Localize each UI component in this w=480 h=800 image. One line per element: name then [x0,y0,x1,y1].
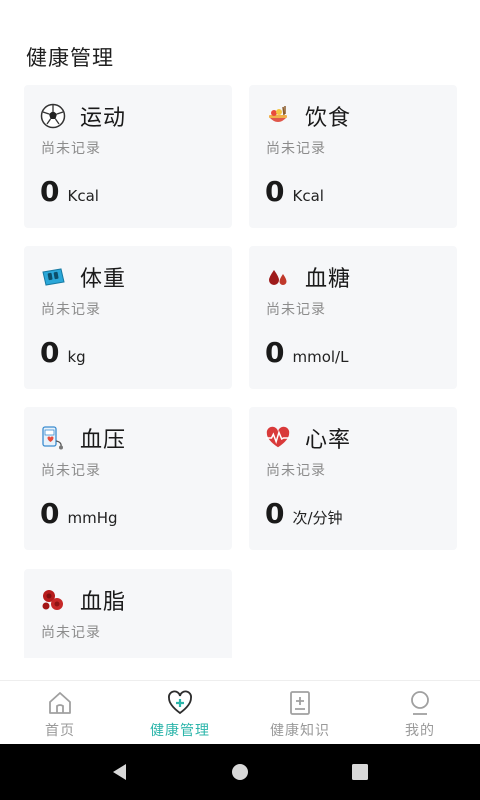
card-unit: 次/分钟 [292,509,343,527]
heart-plus-icon [166,689,194,717]
card-title: 饮食 [305,106,352,131]
card-status: 尚未记录 [266,463,326,479]
card-value: 0 [40,336,60,369]
food-icon [265,103,291,129]
tab-label: 健康管理 [150,723,210,739]
card-title: 运动 [80,106,127,131]
card-value: 0 [265,175,285,208]
card-value: 0 [265,336,285,369]
card-title: 心率 [305,428,352,453]
card-unit: mmHg [67,509,118,527]
card-status: 尚未记录 [41,141,101,157]
home-icon [46,689,74,717]
card-status: 尚未记录 [41,625,101,641]
card-exercise[interactable]: 运动 尚未记录 0 Kcal [24,85,232,228]
page-title: 健康管理 [26,46,114,70]
blood-pressure-icon [40,425,66,451]
card-title: 血糖 [305,267,352,292]
profile-icon [406,689,434,717]
blood-cells-icon [40,587,66,613]
card-title: 体重 [80,267,127,292]
card-value: 0 [265,497,285,530]
card-unit: kg [67,348,86,366]
card-status: 尚未记录 [41,463,101,479]
tab-health-knowledge[interactable]: 健康知识 [240,681,360,744]
card-heart-rate[interactable]: 心率 尚未记录 0 次/分钟 [249,407,457,550]
tab-profile[interactable]: 我的 [360,681,480,744]
back-icon[interactable] [100,752,140,792]
recents-icon[interactable] [340,752,380,792]
card-value: 0 [40,175,60,208]
card-blood-pressure[interactable]: 血压 尚未记录 0 mmHg [24,407,232,550]
card-weight[interactable]: 体重 尚未记录 0 kg [24,246,232,389]
card-diet[interactable]: 饮食 尚未记录 0 Kcal [249,85,457,228]
card-unit: mmol/L [292,348,349,366]
system-navigation-bar [0,744,480,800]
tab-home[interactable]: 首页 [0,681,120,744]
home-circle-icon[interactable] [220,752,260,792]
card-status: 尚未记录 [266,302,326,318]
tab-health-management[interactable]: 健康管理 [120,681,240,744]
blood-drop-icon [265,264,291,290]
card-value: 0 [40,497,60,530]
card-status: 尚未记录 [41,302,101,318]
card-blood-lipid[interactable]: 血脂 尚未记录 [24,569,232,658]
bottom-tab-bar: 首页 健康管理 健康知识 我的 [0,680,480,744]
soccer-ball-icon [40,103,66,129]
card-blood-sugar[interactable]: 血糖 尚未记录 0 mmol/L [249,246,457,389]
scale-icon [40,264,66,290]
tab-label: 我的 [405,723,435,739]
knowledge-doc-icon [286,689,314,717]
card-title: 血压 [80,428,127,453]
card-status: 尚未记录 [266,141,326,157]
heartbeat-icon [265,425,291,451]
card-unit: Kcal [292,187,324,205]
tab-label: 健康知识 [270,723,330,739]
tab-label: 首页 [45,723,75,739]
card-unit: Kcal [67,187,99,205]
card-title: 血脂 [80,590,127,615]
